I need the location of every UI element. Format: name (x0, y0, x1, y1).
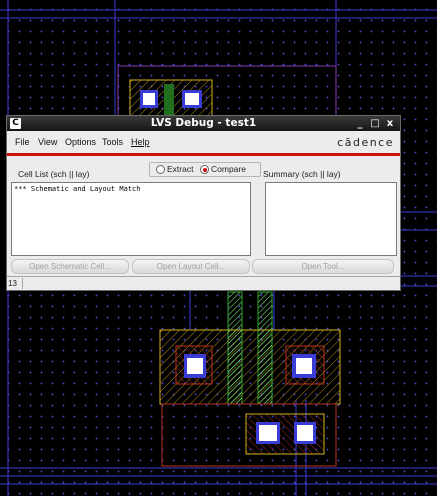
cell-list-box[interactable]: *** Schematic and Layout Match (11, 182, 251, 256)
summary-label: Summary (sch || lay) (263, 169, 341, 179)
close-button[interactable]: x (384, 116, 396, 131)
menu-help[interactable]: Help (131, 137, 150, 147)
cadence-brand-logo: cādence (337, 136, 394, 149)
compare-radio[interactable] (200, 165, 209, 174)
extract-radio-label[interactable]: Extract (167, 164, 193, 174)
open-layout-cell-button[interactable]: Open Layout Cell... (132, 259, 250, 274)
menu-options[interactable]: Options (65, 137, 96, 147)
top-device (129, 79, 213, 117)
lvs-debug-dialog: C LVS Debug - test1 _ □ x File View Opti… (6, 115, 401, 291)
brand-divider (7, 153, 400, 156)
status-bar: 13 (7, 276, 400, 290)
menu-tools[interactable]: Tools (102, 137, 123, 147)
menu-view[interactable]: View (38, 137, 57, 147)
cell-list-label: Cell List (sch || lay) (18, 169, 90, 179)
maximize-button[interactable]: □ (369, 116, 381, 131)
window-title: LVS Debug - test1 (150, 117, 257, 129)
title-bar[interactable]: C LVS Debug - test1 _ □ x (7, 116, 400, 131)
menu-bar: File View Options Tools Help cādence (7, 131, 400, 153)
minimize-button[interactable]: _ (354, 116, 366, 131)
main-device (159, 329, 341, 405)
extract-radio[interactable] (156, 165, 165, 174)
compare-radio-label[interactable]: Compare (211, 164, 246, 174)
cadence-logo-icon: C (10, 118, 21, 129)
lower-device (161, 403, 337, 467)
cell-list-entry[interactable]: *** Schematic and Layout Match (14, 185, 140, 193)
status-count: 13 (8, 278, 23, 289)
open-schematic-cell-button[interactable]: Open Schematic Cell... (11, 259, 129, 274)
open-tool-button[interactable]: Open Tool... (252, 259, 394, 274)
summary-box[interactable] (265, 182, 397, 256)
menu-file[interactable]: File (15, 137, 30, 147)
mode-radio-group: Extract Compare (149, 162, 261, 177)
